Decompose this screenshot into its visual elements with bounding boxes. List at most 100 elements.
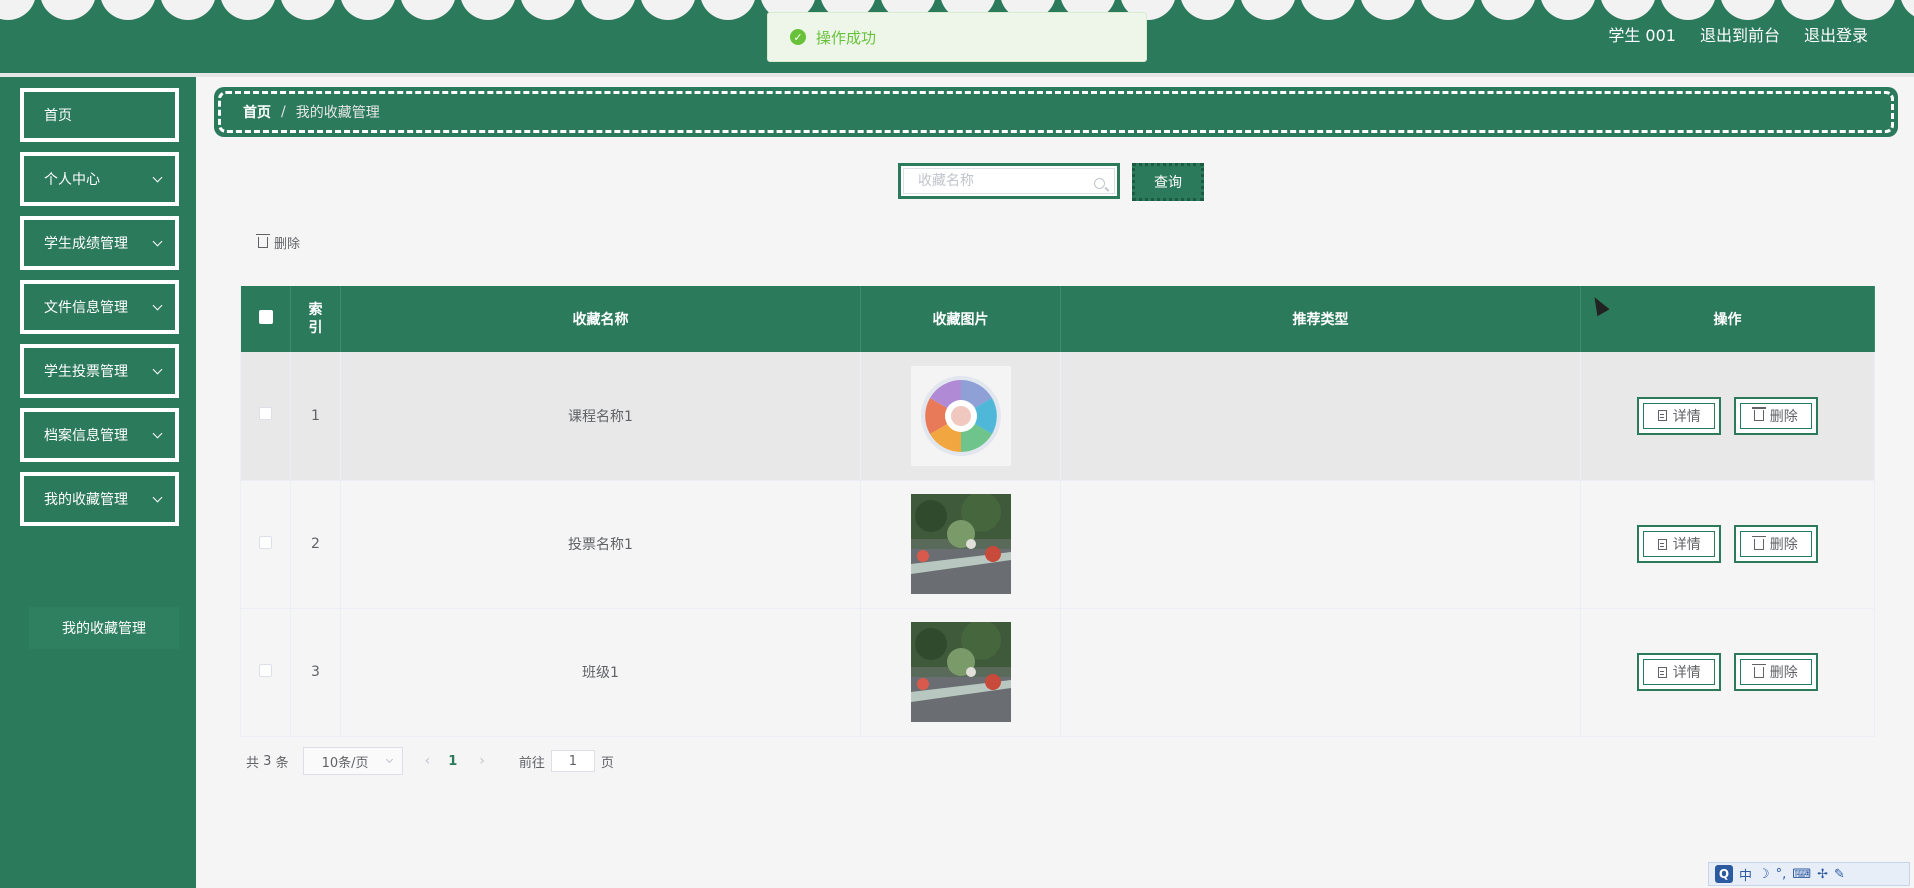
column-header-image: 收藏图片 — [860, 286, 1061, 352]
goto-suffix: 页 — [600, 755, 614, 771]
scallop-shape — [400, 0, 456, 20]
trash-icon — [1751, 535, 1766, 550]
detail-label: 详情 — [1672, 537, 1701, 553]
detail-button[interactable]: 详情 — [1637, 396, 1722, 435]
delete-button[interactable]: 删除 — [1733, 396, 1818, 435]
select-all-cell — [240, 286, 291, 352]
page-size-select[interactable]: 10条/页 — [302, 747, 403, 775]
column-header-name: 收藏名称 — [340, 286, 861, 352]
goto-page-input[interactable] — [550, 750, 595, 772]
scallop-shape — [1900, 0, 1914, 20]
scallop-shape — [160, 0, 216, 20]
garden-photo-thumbnail[interactable] — [910, 494, 1011, 594]
delete-button[interactable]: 删除 — [1733, 525, 1818, 563]
column-header-index: 索引 — [290, 286, 341, 352]
scallop-shape — [1180, 0, 1236, 20]
row-name: 班级1 — [340, 608, 861, 737]
logout-link[interactable]: 退出登录 — [1804, 22, 1868, 46]
success-toast: ✓ 操作成功 — [767, 12, 1147, 62]
scallop-shape — [700, 0, 756, 20]
trash-icon — [1751, 663, 1766, 678]
row-type — [1060, 480, 1581, 609]
scallop-shape — [520, 0, 576, 20]
punctuation-icon[interactable]: °, — [1776, 867, 1787, 882]
fullwidth-icon[interactable]: ✢ — [1817, 867, 1828, 882]
ime-language-toggle[interactable]: 中 — [1739, 865, 1752, 884]
goto-label: 前往 — [518, 755, 545, 771]
row-checkbox[interactable] — [259, 407, 272, 421]
moon-icon[interactable]: ☽ — [1758, 867, 1770, 882]
keyboard-icon[interactable]: ⌨ — [1792, 867, 1811, 882]
trash-icon — [1751, 407, 1766, 422]
course-diagram-thumbnail[interactable] — [910, 365, 1011, 466]
next-page-button[interactable]: › — [479, 753, 485, 769]
sidebar-item-score-management[interactable]: 学生成绩管理 — [20, 216, 179, 270]
scallop-shape — [1780, 0, 1836, 20]
current-user: 学生 001 — [1608, 26, 1676, 45]
pagination-total: 3 — [263, 753, 272, 769]
toast-message: 操作成功 — [816, 28, 877, 47]
scallop-shape — [40, 0, 96, 20]
row-type — [1060, 352, 1581, 481]
bulk-delete-button[interactable]: 删除 — [256, 233, 301, 252]
delete-label: 删除 — [1769, 537, 1798, 553]
select-all-checkbox[interactable] — [258, 310, 273, 324]
scallop-shape — [220, 0, 276, 20]
delete-label: 删除 — [1769, 665, 1798, 681]
delete-button[interactable]: 删除 — [1733, 653, 1818, 691]
favorites-table: 索引 收藏名称 收藏图片 推荐类型 操作 1 课程名称1 详情 删除 2 投票名… — [240, 286, 1875, 737]
tools-icon[interactable]: ✎ — [1834, 867, 1845, 882]
detail-button[interactable]: 详情 — [1637, 653, 1722, 691]
document-icon — [1657, 410, 1667, 422]
row-index: 2 — [290, 480, 341, 609]
search-icon — [1094, 178, 1105, 189]
search-input[interactable] — [903, 168, 1115, 194]
breadcrumb-separator: / — [281, 104, 286, 120]
sidebar-item-personal-center[interactable]: 个人中心 — [20, 152, 179, 206]
main-content: 首页 / 我的收藏管理 查询 删除 索引 收藏名称 收藏图片 推荐类型 操作 — [196, 77, 1914, 888]
detail-label: 详情 — [1672, 665, 1701, 681]
row-checkbox[interactable] — [259, 535, 272, 549]
scallop-shape — [340, 0, 396, 20]
garden-photo-thumbnail[interactable] — [910, 622, 1011, 722]
pagination-total-prefix: 共 — [246, 755, 260, 771]
scallop-shape — [100, 0, 156, 20]
sidebar-item-archive-management[interactable]: 档案信息管理 — [20, 408, 179, 462]
chevron-down-icon — [385, 755, 393, 764]
breadcrumb: 首页 / 我的收藏管理 — [214, 87, 1898, 137]
bulk-delete-label: 删除 — [274, 237, 301, 252]
pagination: 共 3 条 10条/页 ‹ 1 › 前往 页 — [246, 747, 614, 775]
row-type — [1060, 608, 1581, 737]
scallop-shape — [640, 0, 696, 20]
submenu-item-my-favorites[interactable]: 我的收藏管理 — [29, 607, 179, 649]
detail-button[interactable]: 详情 — [1637, 525, 1722, 563]
sidebar-item-home[interactable]: 首页 — [20, 88, 179, 142]
row-checkbox[interactable] — [259, 663, 272, 677]
scallop-shape — [1480, 0, 1536, 20]
ime-logo-icon[interactable]: Q — [1715, 865, 1733, 883]
scallop-shape — [1300, 0, 1356, 20]
sidebar-item-vote-management[interactable]: 学生投票管理 — [20, 344, 179, 398]
scallop-shape — [1840, 0, 1896, 20]
scallop-shape — [280, 0, 336, 20]
scallop-shape — [1600, 0, 1656, 20]
sidebar-item-label: 学生投票管理 — [44, 364, 128, 380]
prev-page-button[interactable]: ‹ — [425, 753, 431, 769]
search-button[interactable]: 查询 — [1132, 163, 1204, 201]
scallop-shape — [1240, 0, 1296, 20]
sidebar-item-favorites-management[interactable]: 我的收藏管理 — [20, 472, 179, 526]
breadcrumb-home[interactable]: 首页 — [243, 102, 271, 122]
header-user-links: 学生 001 退出到前台 退出登录 — [1608, 22, 1868, 46]
chevron-down-icon — [152, 236, 163, 247]
exit-to-front-link[interactable]: 退出到前台 — [1700, 22, 1780, 46]
page-number-1[interactable]: 1 — [448, 754, 457, 769]
row-name: 课程名称1 — [340, 352, 861, 481]
sidebar-item-file-management[interactable]: 文件信息管理 — [20, 280, 179, 334]
detail-label: 详情 — [1672, 408, 1701, 425]
scallop-shape — [580, 0, 636, 20]
sidebar: 首页 个人中心 学生成绩管理 文件信息管理 学生投票管理 档案信息管理 我的收藏… — [0, 77, 196, 888]
document-icon — [1657, 538, 1667, 550]
scallop-shape — [1660, 0, 1716, 20]
scallop-shape — [1420, 0, 1476, 20]
document-icon — [1657, 666, 1667, 678]
